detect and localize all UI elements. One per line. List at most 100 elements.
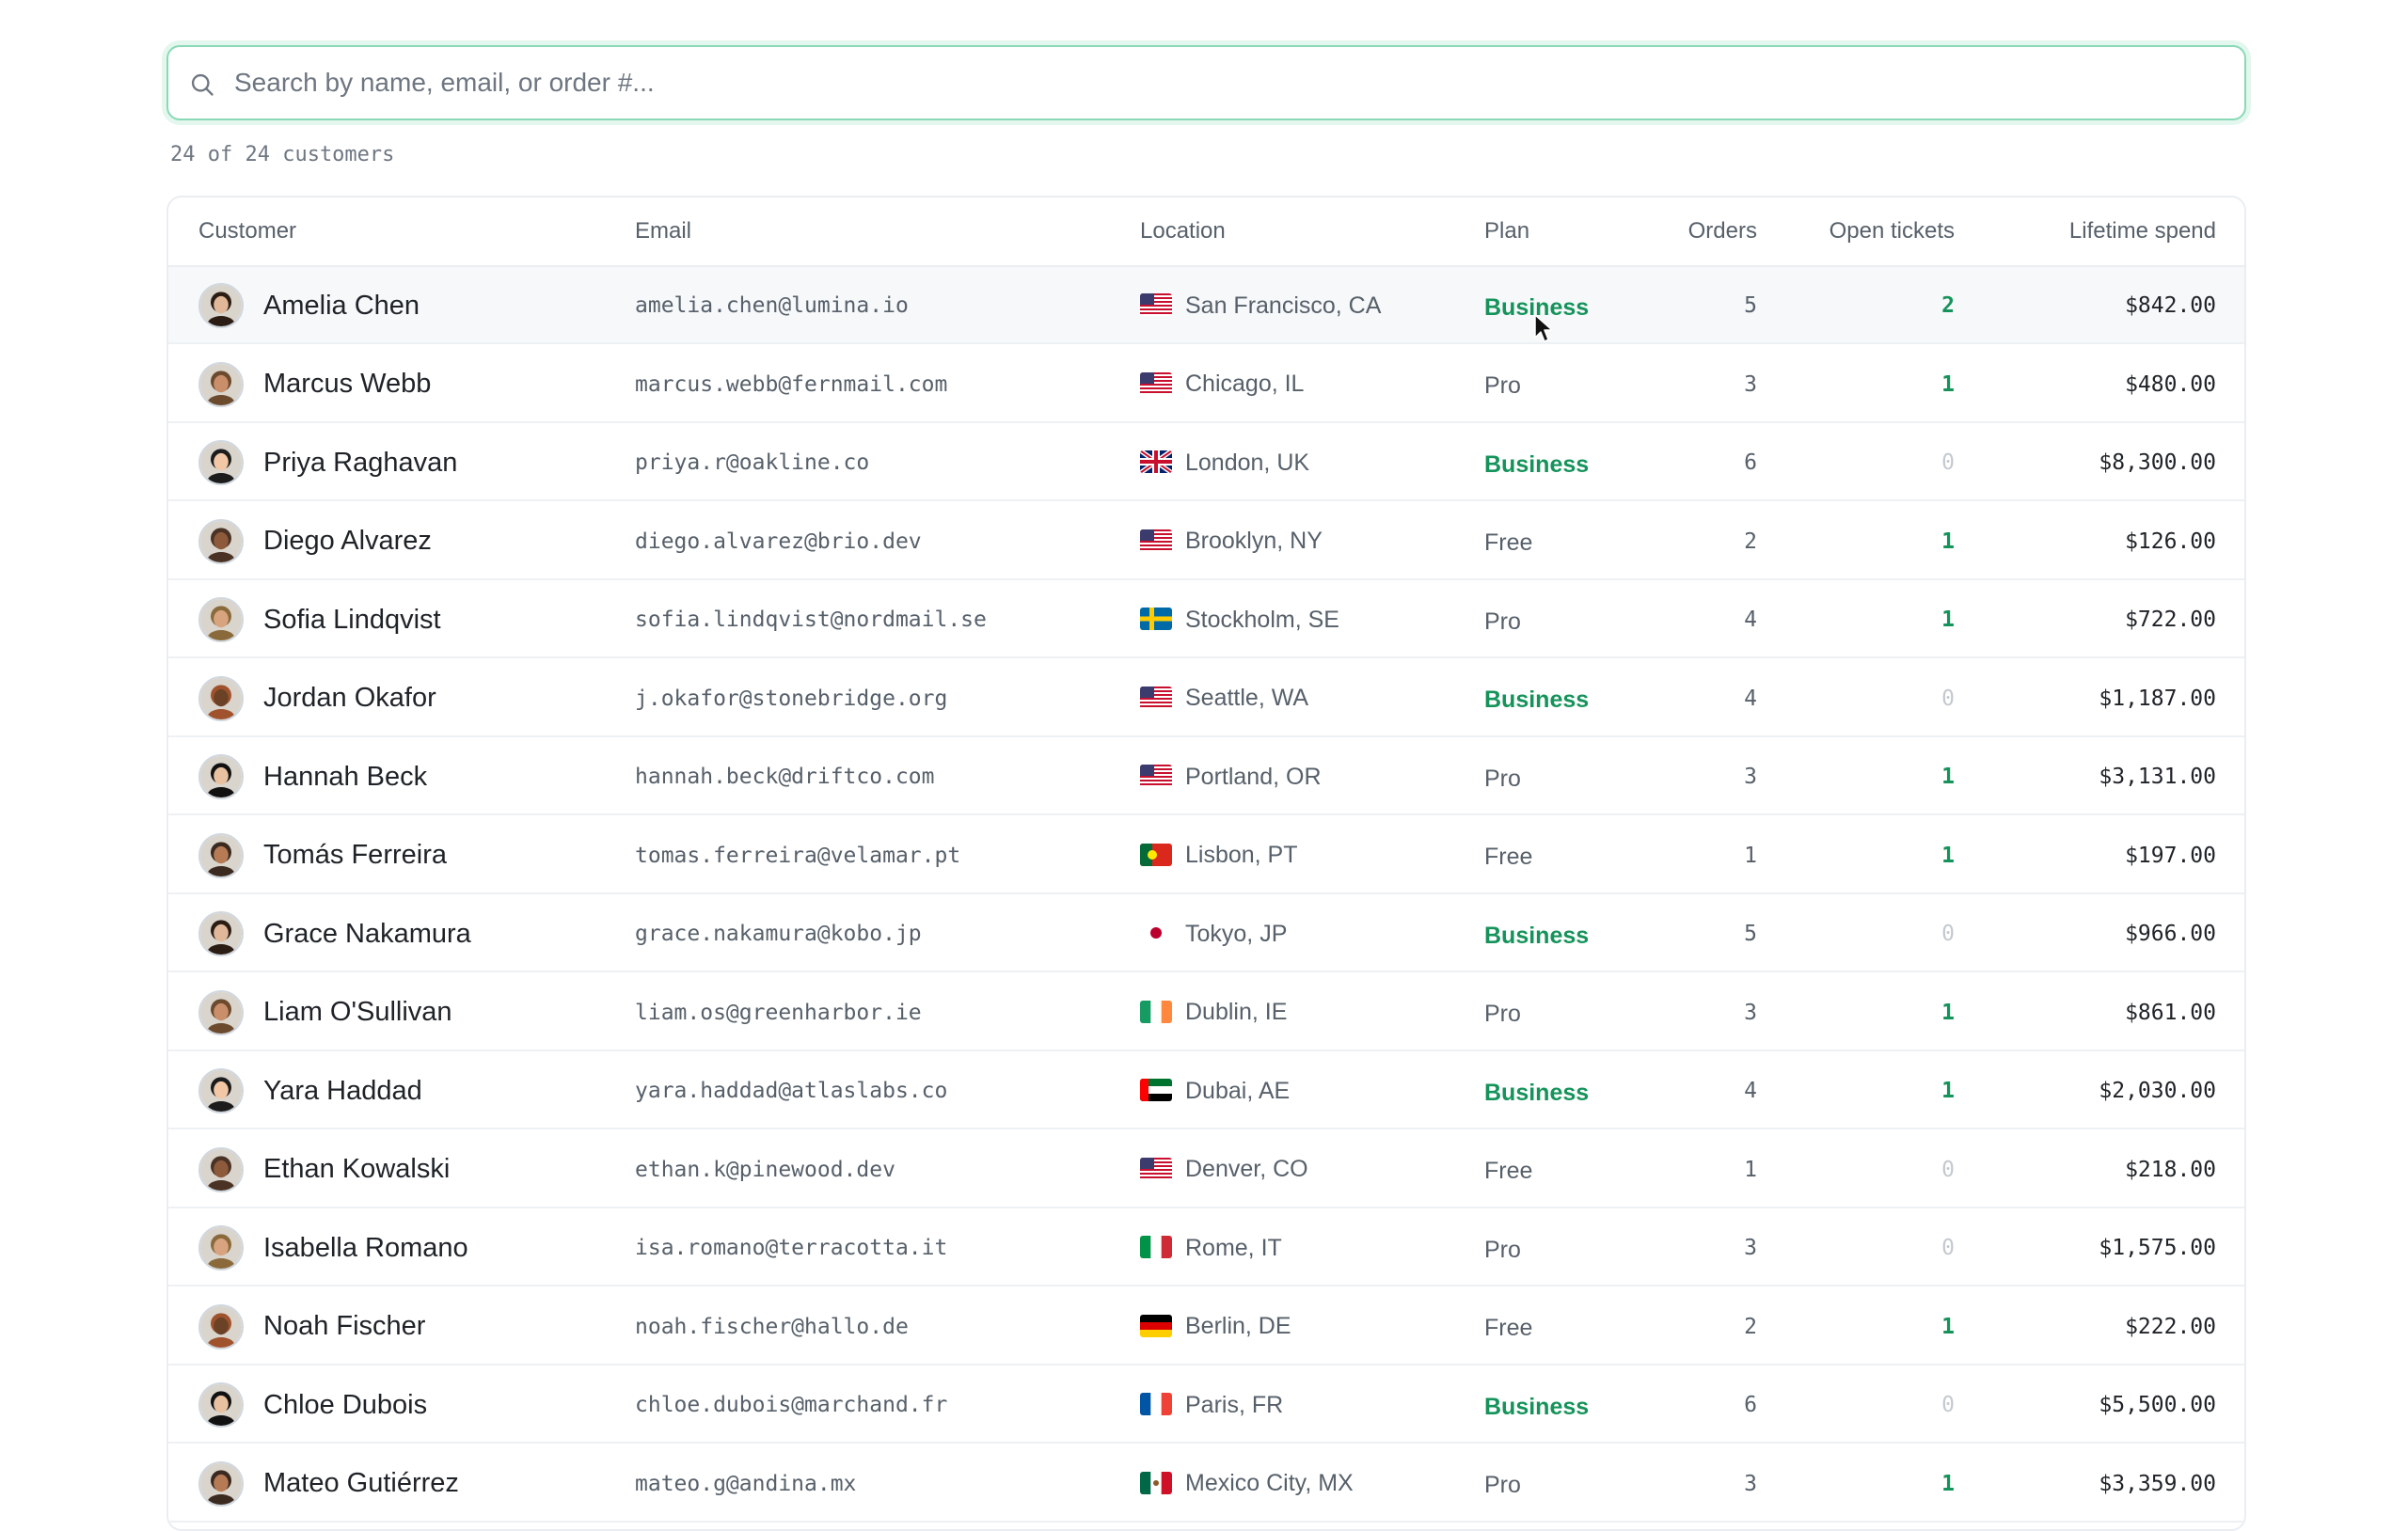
- open-tickets-count: 1: [1941, 608, 1955, 632]
- header-open-tickets[interactable]: Open tickets: [1830, 218, 1955, 245]
- customer-name[interactable]: Hannah Beck: [263, 738, 427, 815]
- plan-badge: Pro: [1484, 765, 1521, 792]
- lifetime-spend: $842.00: [2125, 293, 2216, 318]
- table-row[interactable]: Marcus Webb marcus.webb@fernmail.com Chica…: [168, 346, 2244, 423]
- pt-flag-icon: [1140, 843, 1172, 866]
- customer-name[interactable]: Noah Fischer: [263, 1288, 425, 1365]
- open-tickets-count: 0: [1941, 1236, 1955, 1260]
- customer-location: Berlin, DE: [1185, 1313, 1291, 1339]
- lifetime-spend: $1,187.00: [2099, 686, 2216, 711]
- orders-count: 6: [1744, 1393, 1757, 1417]
- customer-location: Rome, IT: [1185, 1234, 1282, 1261]
- orders-count: 5: [1744, 922, 1757, 946]
- customer-name[interactable]: Tomás Ferreira: [263, 817, 447, 894]
- jp-flag-icon: [1140, 922, 1172, 944]
- orders-count: 3: [1744, 765, 1757, 789]
- table-row[interactable]: Grace Nakamura grace.nakamura@kobo.jp Toky…: [168, 895, 2244, 972]
- customer-location: Chicago, IL: [1185, 371, 1305, 397]
- avatar: [198, 1303, 244, 1349]
- lifetime-spend: $8,300.00: [2099, 450, 2216, 475]
- open-tickets-count: 0: [1941, 450, 1955, 475]
- avatar: [198, 1382, 244, 1428]
- table-row[interactable]: Diego Alvarez diego.alvarez@brio.dev Brook…: [168, 503, 2244, 580]
- avatar: [198, 989, 244, 1035]
- table-row[interactable]: Priya Raghavan priya.r@oakline.co London, …: [168, 424, 2244, 501]
- plan-badge: Free: [1484, 529, 1533, 556]
- plan-badge: Pro: [1484, 1472, 1521, 1498]
- table-row[interactable]: Ethan Kowalski ethan.k@pinewood.dev Denver…: [168, 1131, 2244, 1208]
- lifetime-spend: $126.00: [2125, 529, 2216, 554]
- header-customer[interactable]: Customer: [198, 218, 296, 245]
- customer-email: isa.romano@terracotta.it: [635, 1236, 948, 1260]
- customer-location: Brooklyn, NY: [1185, 528, 1323, 554]
- us-flag-icon: [1140, 765, 1172, 787]
- open-tickets-count: 1: [1941, 529, 1955, 554]
- lifetime-spend: $1,575.00: [2099, 1236, 2216, 1260]
- customer-name[interactable]: Yara Haddad: [263, 1052, 422, 1129]
- us-flag-icon: [1140, 371, 1172, 395]
- customer-name[interactable]: Liam O'Sullivan: [263, 974, 452, 1051]
- open-tickets-count: 1: [1941, 1314, 1955, 1339]
- table-row[interactable]: Mateo Gutiérrez mateo.g@andina.mx Mexico C…: [168, 1445, 2244, 1523]
- search-box[interactable]: [166, 45, 2246, 120]
- customer-name[interactable]: Sofia Lindqvist: [263, 581, 441, 658]
- us-flag-icon: [1140, 686, 1172, 709]
- customer-name[interactable]: Mateo Gutiérrez: [263, 1445, 459, 1523]
- orders-count: 3: [1744, 1471, 1757, 1496]
- plan-badge: Free: [1484, 844, 1533, 870]
- customer-name[interactable]: Amelia Chen: [263, 267, 420, 344]
- result-count: 24 of 24 customers: [170, 143, 395, 166]
- customer-name[interactable]: Priya Raghavan: [263, 424, 457, 501]
- customer-name[interactable]: Ethan Kowalski: [263, 1131, 450, 1208]
- orders-count: 3: [1744, 371, 1757, 397]
- customer-location: Stockholm, SE: [1185, 606, 1339, 633]
- plan-badge: Pro: [1484, 608, 1521, 635]
- avatar: [198, 1146, 244, 1192]
- table-row[interactable]: Sofia Lindqvist sofia.lindqvist@nordmail.…: [168, 581, 2244, 658]
- header-orders[interactable]: Orders: [1688, 218, 1757, 245]
- customer-name[interactable]: Chloe Dubois: [263, 1366, 427, 1444]
- customer-location: Mexico City, MX: [1185, 1470, 1354, 1496]
- mouse-pointer-icon: [1534, 314, 1553, 342]
- customer-name[interactable]: Grace Nakamura: [263, 895, 471, 972]
- table-header: Customer Email Location Plan Orders Open…: [168, 197, 2244, 267]
- plan-badge: Pro: [1484, 372, 1521, 399]
- open-tickets-count: 1: [1941, 843, 1955, 868]
- table-row[interactable]: Amelia Chen amelia.chen@lumina.io San Fran…: [168, 267, 2244, 344]
- customer-location: Portland, OR: [1185, 763, 1322, 790]
- avatar: [198, 1225, 244, 1271]
- customer-location: Denver, CO: [1185, 1156, 1308, 1182]
- table-row[interactable]: Yara Haddad yara.haddad@atlaslabs.co Dubai…: [168, 1052, 2244, 1129]
- open-tickets-count: 1: [1941, 765, 1955, 789]
- customer-email: chloe.dubois@marchand.fr: [635, 1393, 948, 1417]
- customer-name[interactable]: Marcus Webb: [263, 346, 431, 423]
- search-input[interactable]: [234, 60, 2210, 105]
- ie-flag-icon: [1140, 1000, 1172, 1023]
- plan-badge: Free: [1484, 1158, 1533, 1184]
- table-row[interactable]: Tomás Ferreira tomas.ferreira@velamar.pt L…: [168, 817, 2244, 894]
- table-row[interactable]: Hannah Beck hannah.beck@driftco.com Portla…: [168, 738, 2244, 815]
- us-flag-icon: [1140, 293, 1172, 316]
- customer-email: sofia.lindqvist@nordmail.se: [635, 608, 987, 632]
- header-plan[interactable]: Plan: [1484, 218, 1529, 245]
- lifetime-spend: $2,030.00: [2099, 1079, 2216, 1103]
- customer-location: London, UK: [1185, 449, 1310, 476]
- orders-count: 4: [1744, 686, 1757, 711]
- table-row[interactable]: Liam O'Sullivan liam.os@greenharbor.ie Dub…: [168, 974, 2244, 1051]
- customer-name[interactable]: Diego Alvarez: [263, 503, 432, 580]
- customers-page: 24 of 24 customers Customer Email Locati…: [0, 0, 2408, 1531]
- header-email[interactable]: Email: [635, 218, 691, 245]
- header-lifetime-spend[interactable]: Lifetime spend: [2069, 218, 2216, 245]
- open-tickets-count: 0: [1941, 1393, 1955, 1417]
- table-row[interactable]: Chloe Dubois chloe.dubois@marchand.fr Pari…: [168, 1366, 2244, 1444]
- header-location[interactable]: Location: [1140, 218, 1226, 245]
- orders-count: 1: [1744, 843, 1757, 868]
- table-row[interactable]: Noah Fischer noah.fischer@hallo.de Berlin,…: [168, 1288, 2244, 1365]
- open-tickets-count: 1: [1941, 1000, 1955, 1025]
- customer-name[interactable]: Jordan Okafor: [263, 660, 436, 737]
- customer-name[interactable]: Isabella Romano: [263, 1209, 468, 1286]
- customer-email: mateo.g@andina.mx: [635, 1471, 857, 1496]
- table-row[interactable]: Isabella Romano isa.romano@terracotta.it R…: [168, 1209, 2244, 1286]
- table-row[interactable]: Jordan Okafor j.okafor@stonebridge.org Sea…: [168, 660, 2244, 737]
- customer-location: Dublin, IE: [1185, 999, 1288, 1025]
